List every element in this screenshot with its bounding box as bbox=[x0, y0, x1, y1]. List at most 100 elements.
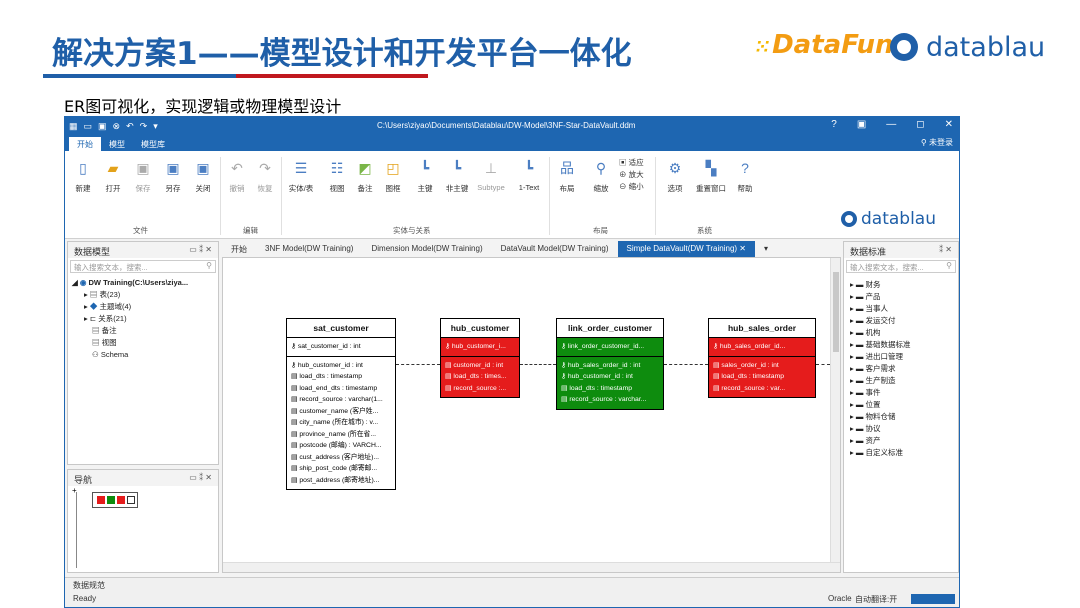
canvas-horizontal-scrollbar[interactable] bbox=[223, 562, 840, 572]
standard-item[interactable]: ▸ ▬ 财务 bbox=[850, 279, 952, 291]
standard-item[interactable]: ▸ ▬ 产品 bbox=[850, 291, 952, 303]
standard-item[interactable]: ▸ ▬ 生产制造 bbox=[850, 375, 952, 387]
entity-column[interactable]: ⚷ link_order_customer_id... bbox=[557, 341, 663, 353]
qa-undo-icon[interactable]: ↶ bbox=[126, 121, 134, 132]
navigator-controls[interactable]: ▭ ⁑ ✕ bbox=[189, 473, 212, 482]
entity-table-button[interactable]: ☰ 实体/表 bbox=[287, 159, 315, 194]
data-standard-controls[interactable]: ⁑ ✕ bbox=[939, 245, 952, 254]
subtype-button[interactable]: ⊥ Subtype bbox=[477, 159, 505, 192]
navigator-minimap[interactable] bbox=[92, 492, 138, 508]
entity-column[interactable]: ⚷ hub_sales_order_id... bbox=[709, 341, 815, 353]
standard-search-input[interactable]: 输入搜索文本，搜索... ⚲ bbox=[846, 260, 956, 273]
tree-item-subject-areas[interactable]: ▸ ◆ 主题域(4) bbox=[72, 301, 214, 313]
entity-hub-sales-order[interactable]: hub_sales_order ⚷ hub_sales_order_id... … bbox=[708, 318, 816, 398]
entity-column[interactable]: ▤ sales_order_id : int bbox=[709, 360, 815, 372]
entity-column[interactable]: ▤ record_source : varchar(1... bbox=[287, 394, 395, 406]
save-button[interactable]: ▣ 保存 bbox=[129, 159, 157, 194]
login-status[interactable]: ⚲ 未登录 bbox=[921, 137, 953, 148]
standard-item[interactable]: ▸ ▬ 进出口管理 bbox=[850, 351, 952, 363]
standard-item[interactable]: ▸ ▬ 位置 bbox=[850, 399, 952, 411]
ribbon-tab-home[interactable]: 开始 bbox=[69, 137, 101, 151]
doc-tab-simple-datavault[interactable]: Simple DataVault(DW Training) ✕ bbox=[617, 241, 755, 257]
entity-sat-customer[interactable]: sat_customer ⚷ sat_customer_id : int ⚷ h… bbox=[286, 318, 396, 490]
entity-column[interactable]: ⚷ hub_customer_id : int bbox=[557, 371, 663, 383]
ribbon-tab-model-library[interactable]: 模型库 bbox=[133, 137, 173, 151]
open-button[interactable]: ▰ 打开 bbox=[99, 159, 127, 194]
entity-column[interactable]: ▤ load_dts : times... bbox=[441, 371, 519, 383]
standard-item[interactable]: ▸ ▬ 自定义标准 bbox=[850, 447, 952, 459]
entity-column[interactable]: ▤ record_source : var... bbox=[709, 383, 815, 395]
er-diagram-canvas[interactable]: sat_customer ⚷ sat_customer_id : int ⚷ h… bbox=[222, 257, 841, 573]
standard-item[interactable]: ▸ ▬ 物料仓储 bbox=[850, 411, 952, 423]
canvas-vertical-scrollbar[interactable] bbox=[830, 258, 840, 572]
scrollbar-thumb[interactable] bbox=[833, 272, 839, 352]
zoom-in-button[interactable]: ⊕ 放大 bbox=[619, 169, 644, 181]
qa-save-icon[interactable]: ▣ bbox=[98, 121, 107, 132]
entity-column[interactable]: ▤ customer_id : int bbox=[441, 360, 519, 372]
entity-column[interactable]: ▤ load_dts : timestamp bbox=[287, 371, 395, 383]
entity-column[interactable]: ▤ load_dts : timestamp bbox=[709, 371, 815, 383]
close-file-button[interactable]: ▣ 关闭 bbox=[189, 159, 217, 194]
qa-open-icon[interactable]: ▭ bbox=[84, 121, 93, 132]
frame-button[interactable]: ◰ 图框 bbox=[379, 159, 407, 194]
primary-key-button[interactable]: ┗ 主键 bbox=[411, 159, 439, 194]
model-search-input[interactable]: 输入搜索文本，搜索... ⚲ bbox=[70, 260, 216, 273]
qa-redo-icon[interactable]: ↷ bbox=[140, 121, 148, 132]
tree-item-tables[interactable]: ▸ ▤ 表(23) bbox=[72, 289, 214, 301]
entity-column[interactable]: ▤ record_source : varchar... bbox=[557, 394, 663, 406]
auto-translate-toggle[interactable]: 自动翻译:开 bbox=[855, 594, 897, 605]
panel-controls[interactable]: ▭ ⁑ ✕ bbox=[189, 245, 212, 254]
entity-column[interactable]: ▤ postcode (邮编) : VARCH... bbox=[287, 440, 395, 452]
standard-item[interactable]: ▸ ▬ 事件 bbox=[850, 387, 952, 399]
tree-item-notes[interactable]: ▤ 备注 bbox=[72, 325, 214, 337]
entity-column[interactable]: ▤ post_address (邮寄地址)... bbox=[287, 475, 395, 487]
tree-item-views[interactable]: ▤ 视图 bbox=[72, 337, 214, 349]
entity-column[interactable]: ▤ city_name (所在城市) : v... bbox=[287, 417, 395, 429]
entity-column[interactable]: ▤ record_source :... bbox=[441, 383, 519, 395]
doc-tab-dimension-model[interactable]: Dimension Model(DW Training) bbox=[362, 241, 491, 257]
zoom-fit-button[interactable]: ▣ 适应 bbox=[619, 157, 644, 169]
options-button[interactable]: ⚙ 选项 bbox=[661, 159, 689, 194]
help-ribbon-button[interactable]: ? 帮助 bbox=[731, 159, 759, 194]
tree-root[interactable]: ◢ ◉ DW Training(C:\Users\ziya... bbox=[72, 277, 214, 289]
standard-item[interactable]: ▸ ▬ 资产 bbox=[850, 435, 952, 447]
standard-item[interactable]: ▸ ▬ 基础数据标准 bbox=[850, 339, 952, 351]
entity-column[interactable]: ▤ province_name (所在省... bbox=[287, 429, 395, 441]
qa-dropdown-icon[interactable]: ▾ bbox=[153, 121, 158, 132]
standard-item[interactable]: ▸ ▬ 机构 bbox=[850, 327, 952, 339]
qa-close-icon[interactable]: ⊗ bbox=[113, 121, 121, 132]
entity-column[interactable]: ⚷ hub_customer_id : int bbox=[287, 360, 395, 372]
db-type[interactable]: Oracle bbox=[828, 594, 852, 603]
zoom-button[interactable]: ⚲ 缩放 bbox=[587, 159, 615, 194]
reset-window-button[interactable]: ▚ 重置窗口 bbox=[693, 159, 729, 194]
redo-button[interactable]: ↷ 恢复 bbox=[251, 159, 279, 194]
entity-column[interactable]: ⚷ hub_customer_i... bbox=[441, 341, 519, 353]
new-button[interactable]: ▯ 新建 bbox=[69, 159, 97, 194]
doc-tab-datavault-model[interactable]: DataVault Model(DW Training) bbox=[492, 241, 618, 257]
entity-column[interactable]: ⚷ sat_customer_id : int bbox=[287, 341, 395, 353]
standard-item[interactable]: ▸ ▬ 当事人 bbox=[850, 303, 952, 315]
tree-item-relations[interactable]: ▸ ⊏ 关系(21) bbox=[72, 313, 214, 325]
entity-column[interactable]: ▤ customer_name (客户姓... bbox=[287, 406, 395, 418]
doc-tab-start[interactable]: 开始 bbox=[222, 241, 256, 257]
entity-column[interactable]: ▤ cust_address (客户地址)... bbox=[287, 452, 395, 464]
entity-hub-customer[interactable]: hub_customer ⚷ hub_customer_i... ▤ custo… bbox=[440, 318, 520, 398]
minimize-button[interactable]: — bbox=[886, 119, 896, 130]
standard-item[interactable]: ▸ ▬ 协议 bbox=[850, 423, 952, 435]
zoom-slider-plus[interactable]: + bbox=[72, 486, 77, 495]
entity-column[interactable]: ⚷ hub_sales_order_id : int bbox=[557, 360, 663, 372]
entity-link-order-customer[interactable]: link_order_customer ⚷ link_order_custome… bbox=[556, 318, 664, 410]
standard-item[interactable]: ▸ ▬ 客户需求 bbox=[850, 363, 952, 375]
view-button[interactable]: ☷ 视图 bbox=[323, 159, 351, 194]
note-button[interactable]: ◩ 备注 bbox=[351, 159, 379, 194]
entity-column[interactable]: ▤ load_dts : timestamp bbox=[557, 383, 663, 395]
zoom-slider[interactable] bbox=[76, 492, 77, 568]
entity-column[interactable]: ▤ load_end_dts : timestamp bbox=[287, 383, 395, 395]
entity-column[interactable]: ▤ ship_post_code (邮寄邮... bbox=[287, 463, 395, 475]
layout-button[interactable]: 品布局 bbox=[553, 159, 581, 194]
zoom-out-button[interactable]: ⊖ 缩小 bbox=[619, 181, 644, 193]
doc-tab-3nf-model[interactable]: 3NF Model(DW Training) bbox=[256, 241, 362, 257]
tree-item-schema[interactable]: ⚇ Schema bbox=[72, 349, 214, 361]
one-text-button[interactable]: ┗ 1-Text bbox=[515, 159, 543, 192]
ribbon-tab-model[interactable]: 模型 bbox=[101, 137, 133, 151]
